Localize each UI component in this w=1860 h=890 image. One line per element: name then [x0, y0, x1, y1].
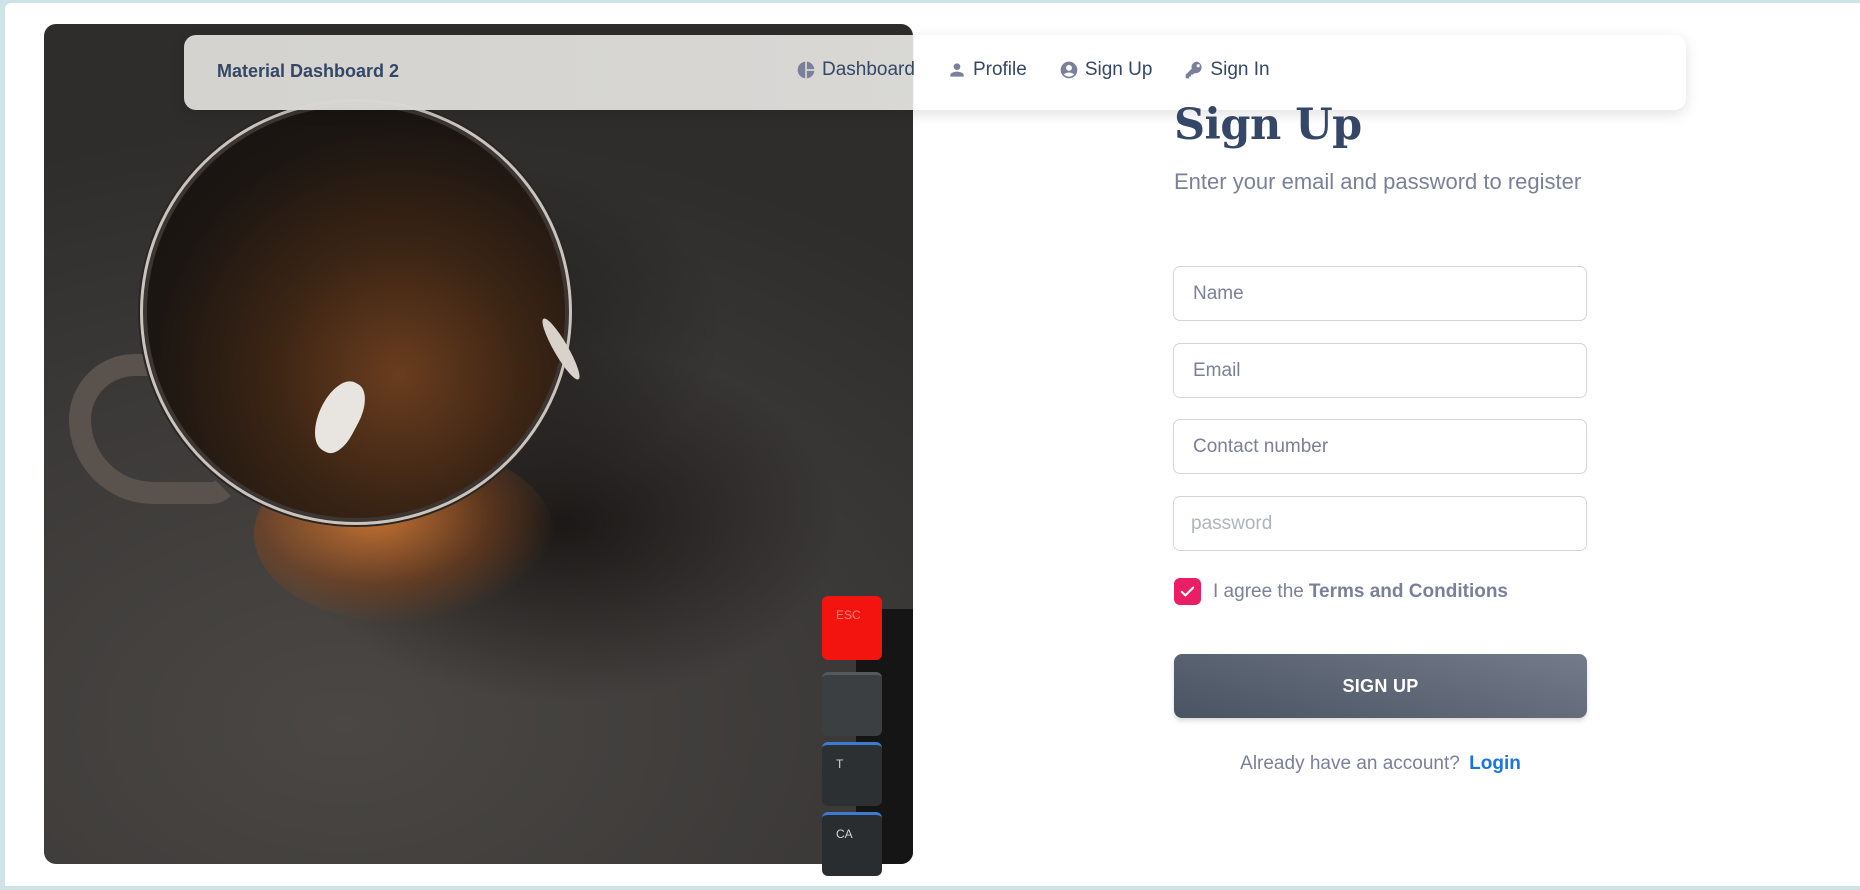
coffee-mug [140, 99, 572, 525]
person-icon [947, 60, 967, 80]
contact-number-input[interactable] [1173, 419, 1587, 474]
login-prompt: Already have an account? Login [1174, 753, 1587, 775]
terms-row: I agree the Terms and Conditions [1174, 578, 1508, 605]
page-title: Sign Up [1174, 100, 1362, 150]
nav-link-label: Sign In [1210, 59, 1270, 80]
check-icon [1180, 586, 1195, 597]
nav-link-sign-in[interactable]: Sign In [1184, 59, 1270, 81]
terms-link[interactable]: Terms and Conditions [1309, 581, 1508, 603]
keycap [822, 672, 882, 736]
nav-link-profile[interactable]: Profile [947, 59, 1027, 81]
nav-link-label: Profile [972, 59, 1027, 80]
keycap-esc: ESC [822, 596, 882, 660]
email-input[interactable] [1173, 343, 1587, 398]
nav-link-dashboard[interactable]: Dashboard [796, 59, 915, 81]
login-link[interactable]: Login [1469, 753, 1521, 774]
account-circle-icon [1059, 60, 1079, 80]
keycap-tab: T [822, 742, 882, 806]
name-input[interactable] [1173, 266, 1587, 321]
nav-links: Dashboard Profile Sign Up Sign In [796, 59, 1302, 81]
nav-link-label: Dashboard [822, 59, 915, 80]
brand-link[interactable]: Material Dashboard 2 [217, 61, 399, 82]
page-subtitle: Enter your email and password to registe… [1174, 169, 1582, 194]
key-icon [1184, 60, 1204, 80]
hero-image [44, 24, 913, 864]
password-input[interactable] [1173, 496, 1587, 551]
navbar: Material Dashboard 2 Dashboard Profile S… [184, 35, 1686, 110]
nav-link-sign-up[interactable]: Sign Up [1059, 59, 1153, 81]
keycap-caps: CA [822, 812, 882, 876]
terms-agree-label: I agree the [1213, 580, 1304, 602]
terms-checkbox[interactable] [1174, 578, 1201, 605]
sign-up-button[interactable]: SIGN UP [1174, 654, 1587, 718]
nav-link-label: Sign Up [1084, 59, 1153, 80]
pie-chart-icon [796, 60, 816, 80]
account-prompt-text: Already have an account? [1240, 753, 1460, 774]
